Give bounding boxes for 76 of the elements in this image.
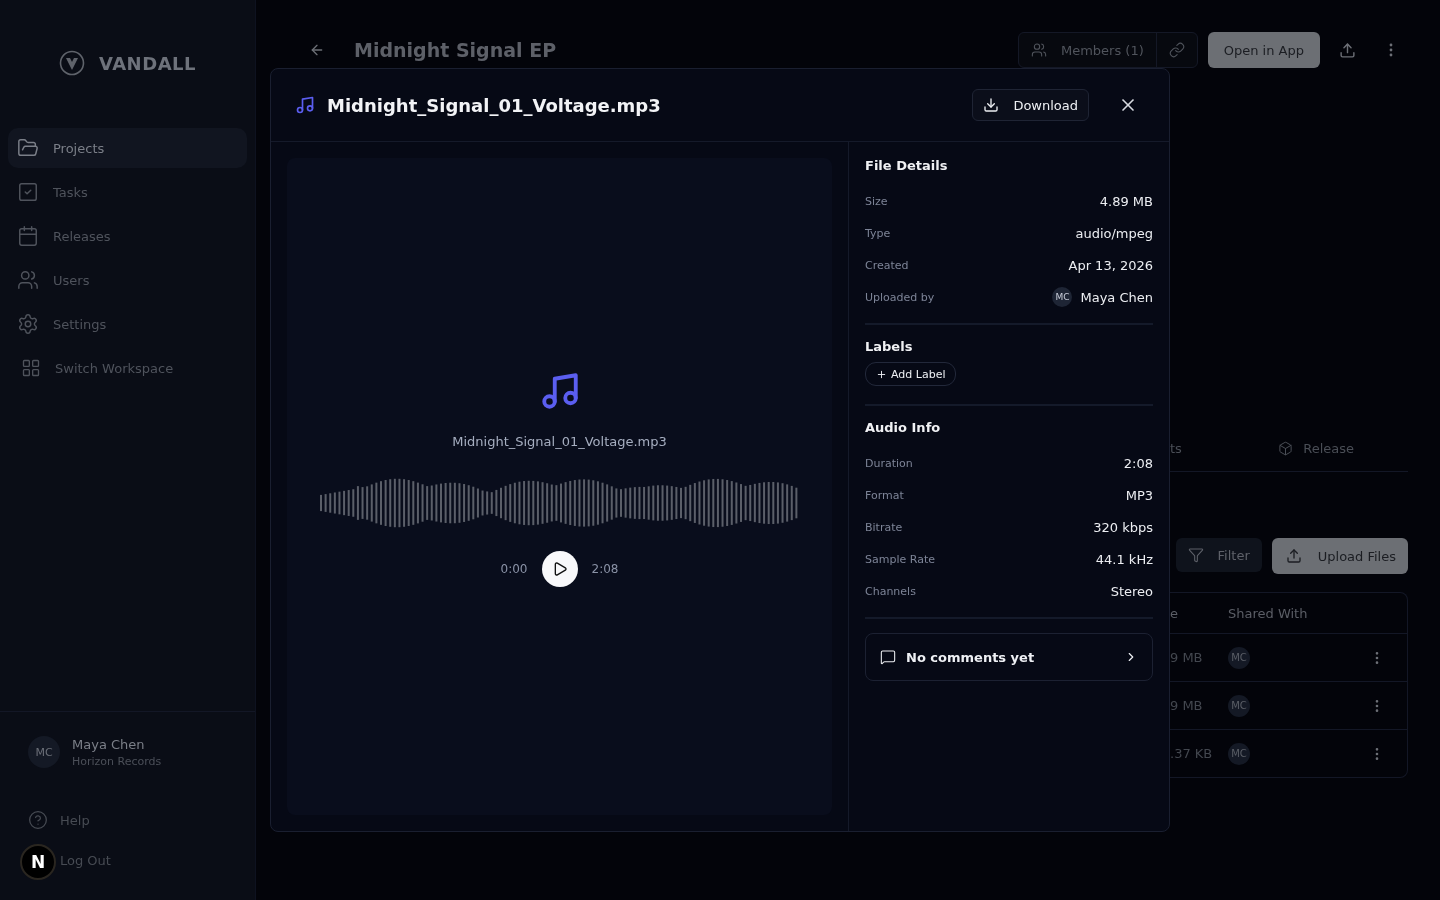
tab[interactable]: ts [1170, 441, 1182, 456]
upload-icon [1338, 41, 1356, 59]
column-header: e [1170, 605, 1179, 621]
sidebar-item[interactable]: Switch Workspace [8, 348, 247, 388]
logo-icon [59, 50, 85, 76]
detail-label: Sample Rate [865, 552, 935, 566]
user-avatar: MC [28, 736, 60, 768]
folder-icon [17, 137, 39, 159]
section-heading: Audio Info [865, 420, 942, 435]
section-heading: Labels [865, 339, 914, 354]
project-title: Midnight Signal EP [354, 39, 557, 61]
detail-value: 2:08 [1123, 455, 1153, 471]
shared-avatar: MC [1228, 742, 1250, 765]
users-icon [17, 269, 39, 291]
detail-value: 44.1 kHz [1095, 551, 1153, 567]
detail-value: 320 kbps [1093, 519, 1153, 535]
column-header: Shared With [1228, 605, 1309, 621]
detail-label: Duration [865, 456, 913, 470]
total-duration: 2:08 [591, 562, 619, 576]
filter-button[interactable]: Filter [1175, 538, 1262, 572]
tab[interactable]: Release [1278, 441, 1354, 456]
detail-value: Maya Chen [1080, 289, 1153, 305]
detail-value: 4.89 MB [1099, 193, 1153, 209]
detail-label: Format [865, 488, 904, 502]
table-cell-text: 9 MB [1170, 698, 1204, 713]
detail-label: Uploaded by [865, 290, 935, 304]
cube-icon [1278, 441, 1294, 456]
more-icon [1389, 43, 1393, 57]
plus-icon [876, 368, 887, 380]
comments-button[interactable]: No comments yet [865, 633, 1153, 681]
settings-icon [17, 313, 39, 335]
detail-value: Stereo [1110, 583, 1153, 599]
play-button[interactable] [541, 551, 578, 587]
open-in-app-button[interactable]: Open in App [1207, 32, 1320, 68]
help-icon [28, 810, 48, 830]
detail-label: Size [865, 194, 888, 208]
shared-avatar: MC [1228, 646, 1250, 669]
sidebar-item[interactable]: Settings [8, 304, 247, 344]
sidebar-item[interactable]: Tasks [8, 172, 247, 212]
preview-filename: Midnight_Signal_01_Voltage.mp3 [452, 434, 667, 449]
checkbox-icon [17, 181, 39, 203]
sidebar-footer-item[interactable]: Log Out [60, 840, 111, 880]
detail-label: Channels [865, 584, 916, 598]
sidebar-footer-item[interactable]: Help [28, 800, 90, 840]
sidebar-item[interactable]: Users [8, 260, 247, 300]
grid-icon [21, 358, 41, 378]
user-name: Maya Chen [72, 736, 146, 752]
user-organization: Horizon Records [72, 754, 162, 768]
filter-icon [1187, 547, 1204, 563]
detail-label: Type [865, 226, 891, 240]
shared-avatar: MC [1228, 694, 1250, 717]
add-label-button[interactable]: Add Label [865, 362, 957, 386]
dialog-title: Midnight_Signal_01_Voltage.mp3 [327, 94, 661, 116]
detail-label: Created [865, 258, 909, 272]
upload-icon [1285, 548, 1302, 564]
download-button[interactable]: Download [972, 89, 1089, 121]
calendar-icon [17, 225, 39, 247]
users-icon [1030, 42, 1047, 58]
table-cell-text: .37 KB [1170, 746, 1214, 761]
uploader-avatar: MC [1052, 287, 1073, 307]
detail-value: MP3 [1125, 487, 1153, 503]
link-icon [1168, 42, 1185, 58]
upload-files-button[interactable]: Upload Files [1271, 538, 1408, 574]
section-heading: File Details [865, 158, 949, 173]
detail-value: Apr 13, 2026 [1068, 257, 1153, 273]
music-note-icon [295, 95, 315, 115]
sidebar-item[interactable]: Projects [8, 128, 247, 168]
download-icon [983, 97, 1000, 113]
detail-label: Bitrate [865, 520, 903, 534]
sidebar-item[interactable]: Releases [8, 216, 247, 256]
comment-icon [880, 649, 896, 665]
brand-name: VANDALL [99, 52, 196, 74]
table-cell-text: 9 MB [1170, 650, 1204, 665]
current-time: 0:00 [500, 562, 528, 576]
detail-value: audio/mpeg [1075, 225, 1153, 241]
arrow-left-icon [309, 42, 325, 58]
